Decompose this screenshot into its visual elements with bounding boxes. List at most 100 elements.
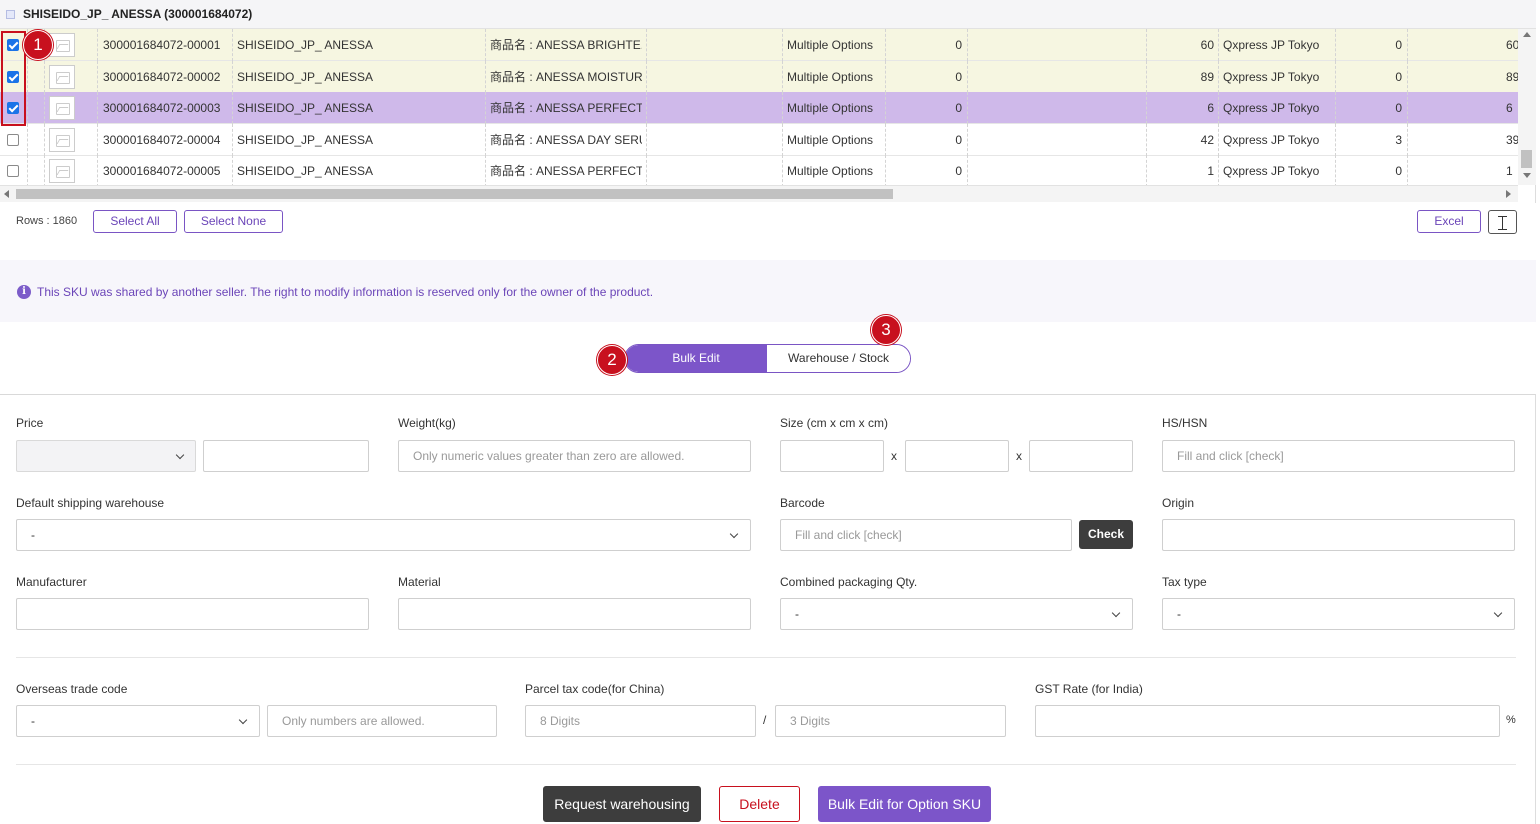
- cell-n1: 0: [955, 38, 962, 52]
- overseas-code-select[interactable]: -: [16, 705, 260, 737]
- table-row[interactable]: 300001684072-00001 SHISEIDO_JP_ ANESSA 商品名…: [0, 29, 1518, 61]
- tax-type-select[interactable]: -: [1162, 598, 1515, 630]
- edit-tabs: Bulk Edit Warehouse / Stock: [624, 344, 911, 373]
- manufacturer-input[interactable]: [16, 598, 369, 630]
- excel-button[interactable]: Excel: [1417, 210, 1481, 233]
- bulk-edit-form: Price Weight(kg) Only numeric values gre…: [0, 394, 1536, 824]
- cell-name: 商品名 : ANESSA MOISTUR...: [490, 69, 642, 84]
- size-separator: x: [891, 449, 897, 463]
- parcel-tax-code-3-input[interactable]: 3 Digits: [775, 705, 1006, 737]
- cell-option: Multiple Options: [787, 101, 874, 115]
- select-all-button[interactable]: Select All: [93, 210, 177, 233]
- cell-brand: SHISEIDO_JP_ ANESSA: [237, 164, 374, 178]
- default-warehouse-select[interactable]: -: [16, 519, 751, 551]
- table-row[interactable]: 300001684072-00002 SHISEIDO_JP_ ANESSA 商品名…: [0, 60, 1518, 93]
- price-currency-select[interactable]: [16, 440, 196, 472]
- material-label: Material: [398, 575, 441, 589]
- row-checkbox[interactable]: [7, 133, 19, 146]
- parcel-tax-label: Parcel tax code(for China): [525, 682, 665, 696]
- chevron-down-icon: [1493, 608, 1503, 618]
- cell-warehouse: Qxpress JP Tokyo: [1223, 69, 1320, 84]
- barcode-check-button[interactable]: Check: [1079, 520, 1133, 549]
- table-row[interactable]: 300001684072-00003 SHISEIDO_JP_ ANESSA 商品名…: [0, 92, 1518, 124]
- table-row[interactable]: 300001684072-00005 SHISEIDO_JP_ ANESSA 商品名…: [0, 155, 1518, 185]
- cell-n4: 89: [1506, 69, 1518, 84]
- tab-warehouse-stock[interactable]: Warehouse / Stock: [767, 345, 910, 372]
- hs-label: HS/HSN: [1162, 416, 1208, 430]
- group-title: SHISEIDO_JP_ ANESSA (300001684072): [23, 7, 253, 21]
- cell-name: 商品名 : ANESSA BRIGHTE...: [490, 38, 642, 52]
- cell-sku: 300001684072-00005: [103, 164, 221, 178]
- weight-input[interactable]: Only numeric values greater than zero ar…: [398, 440, 751, 472]
- image-placeholder-icon: [49, 159, 75, 183]
- manufacturer-label: Manufacturer: [16, 575, 87, 589]
- combined-qty-select[interactable]: -: [780, 598, 1133, 630]
- origin-label: Origin: [1162, 496, 1195, 510]
- row-checkbox[interactable]: [7, 165, 19, 177]
- image-placeholder-icon: [49, 96, 75, 120]
- grid-rows: 300001684072-00001 SHISEIDO_JP_ ANESSA 商品名…: [0, 29, 1518, 185]
- cell-sku: 300001684072-00004: [103, 132, 221, 147]
- step-marker-2: 2: [597, 345, 627, 375]
- group-checkbox[interactable]: [6, 9, 15, 19]
- tab-bulk-edit[interactable]: Bulk Edit: [625, 345, 767, 372]
- cell-n1: 0: [955, 132, 962, 147]
- cell-n3: 0: [1395, 69, 1402, 84]
- info-icon: i: [17, 285, 31, 299]
- cell-warehouse: Qxpress JP Tokyo: [1223, 164, 1320, 178]
- hs-input[interactable]: Fill and click [check]: [1162, 440, 1515, 472]
- cell-n3: 0: [1395, 38, 1402, 52]
- request-warehousing-button[interactable]: Request warehousing: [543, 786, 701, 822]
- cell-name: 商品名 : ANESSA PERFECT ...: [490, 101, 642, 115]
- weight-label: Weight(kg): [398, 416, 456, 430]
- notice-text: This SKU was shared by another seller. T…: [37, 285, 654, 299]
- bulk-edit-option-sku-button[interactable]: Bulk Edit for Option SKU: [818, 786, 991, 822]
- cell-n4: 39: [1506, 132, 1518, 147]
- percent-unit: %: [1506, 714, 1516, 726]
- grid-footer: Rows : 1860 Select All Select None Excel: [0, 203, 1536, 242]
- cell-option: Multiple Options: [787, 38, 874, 52]
- resize-grid-button[interactable]: [1488, 210, 1517, 234]
- vertical-scrollbar[interactable]: [1518, 29, 1536, 185]
- barcode-input[interactable]: Fill and click [check]: [780, 519, 1072, 551]
- rows-count: Rows : 1860: [16, 215, 78, 227]
- scroll-down-icon[interactable]: [1523, 173, 1531, 178]
- origin-input[interactable]: [1162, 519, 1515, 551]
- image-placeholder-icon: [49, 64, 75, 89]
- cell-n3: 0: [1395, 101, 1402, 115]
- cell-brand: SHISEIDO_JP_ ANESSA: [237, 69, 374, 84]
- cell-warehouse: Qxpress JP Tokyo: [1223, 132, 1320, 147]
- horizontal-scrollbar[interactable]: [0, 185, 1518, 202]
- cell-n2: 60: [1200, 38, 1214, 52]
- gst-rate-input[interactable]: [1035, 705, 1500, 737]
- cell-name: 商品名 : ANESSA PERFECT ...: [490, 164, 642, 178]
- scroll-left-icon[interactable]: [4, 190, 9, 198]
- size-length-input[interactable]: [780, 440, 884, 472]
- cell-n2: 6: [1207, 101, 1214, 115]
- barcode-label: Barcode: [780, 496, 825, 510]
- size-height-input[interactable]: [1029, 440, 1133, 472]
- table-row[interactable]: 300001684072-00004 SHISEIDO_JP_ ANESSA 商品名…: [0, 123, 1518, 156]
- scroll-right-icon[interactable]: [1506, 190, 1511, 198]
- cell-brand: SHISEIDO_JP_ ANESSA: [237, 101, 374, 115]
- scroll-thumb[interactable]: [1521, 150, 1532, 168]
- cell-n1: 0: [955, 101, 962, 115]
- material-input[interactable]: [398, 598, 751, 630]
- step-marker-3: 3: [871, 315, 901, 345]
- select-none-button[interactable]: Select None: [184, 210, 283, 233]
- size-width-input[interactable]: [905, 440, 1009, 472]
- gst-rate-label: GST Rate (for India): [1035, 682, 1143, 696]
- group-header[interactable]: SHISEIDO_JP_ ANESSA (300001684072): [0, 0, 1536, 29]
- chevron-down-icon: [238, 715, 248, 725]
- price-input[interactable]: [203, 440, 369, 472]
- chevron-down-icon: [175, 450, 185, 460]
- size-label: Size (cm x cm x cm): [780, 416, 888, 430]
- delete-button[interactable]: Delete: [719, 786, 800, 822]
- parcel-tax-code-8-input[interactable]: 8 Digits: [525, 705, 756, 737]
- cell-warehouse: Qxpress JP Tokyo: [1223, 101, 1320, 115]
- cell-n3: 3: [1395, 132, 1402, 147]
- overseas-code-input[interactable]: Only numbers are allowed.: [267, 705, 497, 737]
- scroll-up-icon[interactable]: [1523, 32, 1531, 37]
- scroll-thumb-horizontal[interactable]: [16, 189, 893, 199]
- price-label: Price: [16, 416, 44, 430]
